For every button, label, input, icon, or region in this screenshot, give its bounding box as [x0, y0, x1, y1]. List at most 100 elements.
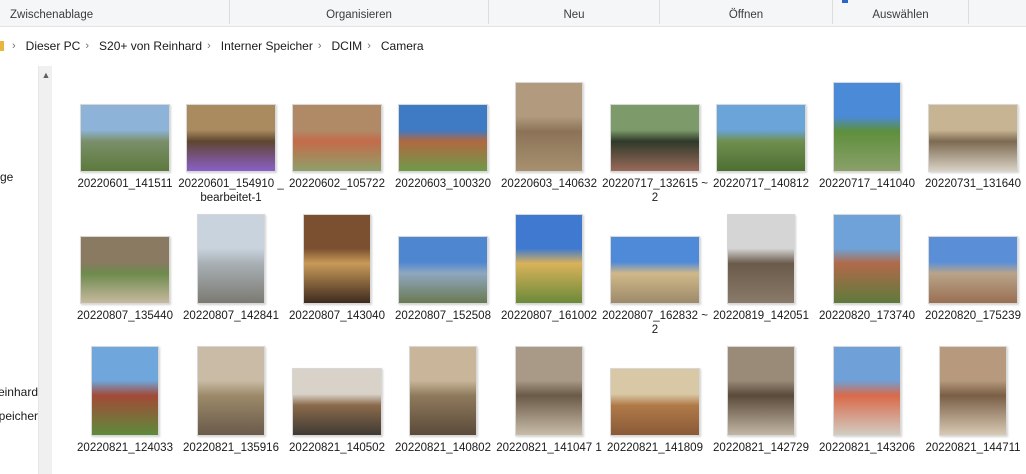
- file-name: 20220821_144711: [925, 442, 1021, 454]
- file-name: 20220821_140502: [289, 442, 385, 454]
- ribbon: Zwischenablage Organisieren Neu Öffnen A…: [0, 0, 1026, 27]
- file-item[interactable]: 20220717_141040: [817, 76, 917, 204]
- ribbon-group-new: Neu: [489, 0, 659, 26]
- file-grid: 20220601_141511 20220601_154910 _bearbeit…: [53, 66, 1026, 474]
- file-item[interactable]: 20220601_154910 _bearbeitet-1: [178, 76, 284, 204]
- file-item[interactable]: 20220602_105722: [287, 76, 387, 204]
- image-thumbnail: [928, 236, 1018, 304]
- breadcrumb-item-this-pc[interactable]: Dieser PC: [24, 39, 83, 53]
- file-name: 20220821_141809: [607, 442, 703, 454]
- file-item[interactable]: 20220807_143040: [287, 208, 387, 336]
- file-name: 20220807_143040: [289, 310, 385, 322]
- thumbnail-frame: [287, 208, 387, 304]
- nav-scrollbar[interactable]: ▲: [38, 66, 52, 474]
- image-thumbnail: [80, 104, 170, 172]
- file-name: 20220821_142729: [713, 442, 809, 454]
- thumbnail-frame: [817, 340, 917, 436]
- image-thumbnail: [398, 236, 488, 304]
- thumbnail-frame: [605, 340, 705, 436]
- file-item[interactable]: 20220807_152508: [393, 208, 493, 336]
- thumbnail-frame: [711, 208, 811, 304]
- file-name: 20220807_161002: [501, 310, 597, 322]
- thumbnail-frame: [181, 208, 281, 304]
- file-item[interactable]: 20220807_161002: [499, 208, 599, 336]
- thumbnail-frame: [75, 208, 175, 304]
- thumbnail-frame: [817, 208, 917, 304]
- image-thumbnail: [303, 214, 371, 304]
- ribbon-group-clipboard: Zwischenablage: [0, 0, 229, 26]
- thumbnail-frame: [181, 76, 281, 172]
- file-name: 20220821_140802: [395, 442, 491, 454]
- image-thumbnail: [186, 104, 276, 172]
- breadcrumb-item-dcim[interactable]: DCIM: [330, 39, 365, 53]
- nav-item-storage[interactable]: peicher: [0, 409, 38, 423]
- file-name: 20220821_135916: [183, 442, 279, 454]
- file-item[interactable]: 20220821_140502: [287, 340, 387, 468]
- file-name: 20220821_141047 1: [496, 442, 602, 454]
- file-item[interactable]: 20220807_162832 ~2: [602, 208, 708, 336]
- file-item[interactable]: 20220821_141809: [605, 340, 705, 468]
- thumbnail-frame: [499, 208, 599, 304]
- thumbnail-frame: [923, 208, 1023, 304]
- thumbnail-frame: [393, 76, 493, 172]
- thumbnail-frame: [75, 340, 175, 436]
- ribbon-group-label: Auswählen: [872, 9, 929, 21]
- file-item[interactable]: 20220821_143206: [817, 340, 917, 468]
- file-item[interactable]: 20220807_142841: [181, 208, 281, 336]
- breadcrumb-item-camera[interactable]: Camera: [379, 39, 426, 53]
- thumbnail-frame: [393, 340, 493, 436]
- ribbon-group-select: Auswählen: [833, 0, 968, 26]
- breadcrumb: › Dieser PC › S20+ von Reinhard › Intern…: [0, 38, 426, 54]
- address-bar[interactable]: › Dieser PC › S20+ von Reinhard › Intern…: [0, 32, 1026, 60]
- file-item[interactable]: 20220821_124033: [75, 340, 175, 468]
- ribbon-group-label: Organisieren: [326, 9, 392, 21]
- image-thumbnail: [833, 214, 901, 304]
- image-thumbnail: [610, 104, 700, 172]
- file-name: 20220717_132615 ~2: [602, 178, 708, 204]
- file-item[interactable]: 20220821_140802: [393, 340, 493, 468]
- nav-item-device[interactable]: einhard: [0, 385, 38, 399]
- thumbnail-frame: [287, 340, 387, 436]
- file-item[interactable]: 20220807_135440: [75, 208, 175, 336]
- chevron-right-icon[interactable]: ›: [204, 40, 219, 52]
- file-item[interactable]: 20220819_142051: [711, 208, 811, 336]
- image-thumbnail: [833, 346, 901, 436]
- file-item[interactable]: 20220601_141511: [75, 76, 175, 204]
- breadcrumb-item-device[interactable]: S20+ von Reinhard: [97, 39, 204, 53]
- chevron-right-icon[interactable]: ›: [364, 40, 379, 52]
- file-item[interactable]: 20220820_173740: [817, 208, 917, 336]
- thumbnail-frame: [287, 76, 387, 172]
- file-item[interactable]: 20220821_135916: [181, 340, 281, 468]
- image-thumbnail: [398, 104, 488, 172]
- scroll-up-icon[interactable]: ▲: [40, 70, 52, 80]
- image-thumbnail: [197, 214, 265, 304]
- chevron-right-icon[interactable]: ›: [82, 40, 97, 52]
- thumbnail-frame: [923, 340, 1023, 436]
- file-name: 20220601_141511: [77, 178, 173, 190]
- ribbon-divider: [968, 0, 969, 24]
- image-thumbnail: [292, 368, 382, 436]
- ribbon-group-open: Öffnen: [660, 0, 832, 26]
- file-name: 20220731_131640: [925, 178, 1021, 190]
- file-item[interactable]: 20220603_140632: [499, 76, 599, 204]
- file-item[interactable]: 20220717_140812: [711, 76, 811, 204]
- ribbon-group-label: Öffnen: [728, 9, 764, 21]
- file-name: 20220807_142841: [183, 310, 279, 322]
- file-item[interactable]: 20220603_100320: [393, 76, 493, 204]
- navigation-pane: ge einhard peicher: [0, 66, 38, 474]
- file-name: 20220601_154910 _bearbeitet-1: [178, 178, 284, 204]
- file-item[interactable]: 20220821_141047 1: [496, 340, 602, 468]
- file-item[interactable]: 20220731_131640: [923, 76, 1023, 204]
- file-name: 20220717_140812: [713, 178, 809, 190]
- chevron-right-icon[interactable]: ›: [9, 40, 24, 52]
- file-item[interactable]: 20220821_144711: [923, 340, 1023, 468]
- file-item[interactable]: 20220821_142729: [711, 340, 811, 468]
- image-thumbnail: [292, 104, 382, 172]
- file-item[interactable]: 20220820_175239: [923, 208, 1023, 336]
- file-item[interactable]: 20220717_132615 ~2: [602, 76, 708, 204]
- image-thumbnail: [515, 346, 583, 436]
- file-name: 20220820_175239: [925, 310, 1021, 322]
- nav-item[interactable]: ge: [0, 170, 38, 184]
- breadcrumb-item-storage[interactable]: Interner Speicher: [219, 39, 315, 53]
- chevron-right-icon[interactable]: ›: [315, 40, 330, 52]
